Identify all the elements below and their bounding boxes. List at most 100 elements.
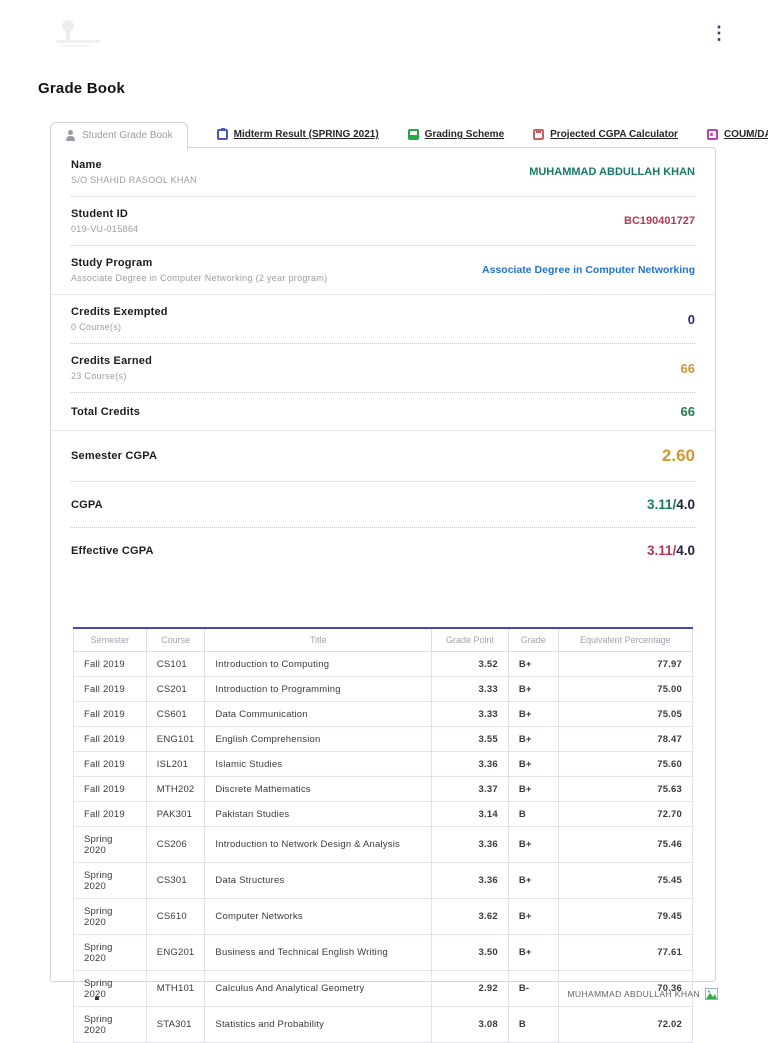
tab-bar: Student Grade Book Midterm Result (SPRING… [50, 122, 768, 151]
cell-percentage: 75.46 [557, 826, 694, 863]
cell-course: ISL201 [145, 751, 206, 777]
info-row-left: Credits Exempted 0 Course(s) [71, 306, 168, 332]
footer: MUHAMMAD ABDULLAH KHAN [50, 988, 718, 1000]
column-header: Title [204, 628, 433, 652]
cell-semester: Spring 2020 [73, 1006, 147, 1043]
column-header: Grade [507, 628, 559, 652]
cell-semester: Fall 2019 [73, 776, 147, 802]
page-title: Grade Book [38, 80, 126, 97]
info-row: Name S/O SHAHID RASOOL KHAN MUHAMMAD ABDUL… [71, 148, 695, 197]
table-row: Fall 2019 PAK301 Pakistan Studies 3.14 B 72.7… [73, 801, 694, 827]
info-row: Semester CGPA 2.60 [71, 431, 695, 482]
row-value-suffix: 4.0 [676, 497, 695, 512]
cell-course: PAK301 [145, 801, 206, 827]
cell-grade: B+ [507, 934, 559, 971]
tab-coum-dac[interactable]: COUM/DAC [706, 129, 768, 150]
table-row: Fall 2019 CS201 Introduction to Programmin… [73, 676, 694, 702]
row-sublabel: 23 Course(s) [71, 371, 127, 381]
cell-percentage: 79.45 [557, 898, 694, 935]
cell-grade_point: 3.62 [431, 898, 509, 935]
cell-title: Business and Technical English Writing [204, 934, 433, 971]
cell-semester: Fall 2019 [73, 676, 147, 702]
cell-grade_point: 3.36 [431, 751, 509, 777]
cell-grade_point: 3.08 [431, 1006, 509, 1043]
table-row: Spring 2020 STA301 Statistics and Probabil… [73, 1006, 694, 1043]
row-value-main: Associate Degree in Computer Networking [482, 264, 695, 276]
cell-course: CS601 [145, 701, 206, 727]
tab-label: Student Grade Book [82, 130, 173, 141]
cell-grade: B+ [507, 862, 559, 899]
column-header: Equivalent Percentage [557, 628, 694, 652]
profile-section: Name S/O SHAHID RASOOL KHAN MUHAMMAD ABDUL… [71, 148, 695, 294]
row-label: Credits Earned [71, 355, 153, 367]
cell-title: Introduction to Network Design & Analysi… [204, 826, 433, 863]
row-value: MUHAMMAD ABDULLAH KHAN [529, 166, 695, 178]
cell-course: ENG201 [145, 934, 206, 971]
row-value-suffix: 4.0 [676, 543, 695, 558]
cell-grade_point: 3.52 [431, 651, 509, 677]
cell-semester: Spring 2020 [73, 826, 147, 863]
table-row: Spring 2020 CS206 Introduction to Network … [73, 826, 694, 863]
cell-grade: B+ [507, 676, 559, 702]
cell-grade_point: 3.36 [431, 862, 509, 899]
cell-semester: Fall 2019 [73, 726, 147, 752]
cell-grade_point: 3.36 [431, 826, 509, 863]
tab-label: Projected CGPA Calculator [550, 129, 678, 140]
cell-course: CS610 [145, 898, 206, 935]
cell-title: Introduction to Programming [204, 676, 433, 702]
cell-percentage: 75.45 [557, 862, 694, 899]
cell-grade_point: 3.50 [431, 934, 509, 971]
row-value-main: MUHAMMAD ABDULLAH KHAN [529, 166, 695, 178]
footer-student-name: MUHAMMAD ABDULLAH KHAN [567, 989, 700, 999]
row-value-main: 0 [687, 311, 695, 327]
tab-student-grade-book[interactable]: Student Grade Book [50, 122, 188, 151]
tab-projected-cgpa-calculator[interactable]: Projected CGPA Calculator [533, 129, 678, 150]
cell-grade: B+ [507, 751, 559, 777]
info-row: Credits Earned 23 Course(s) 66 [71, 344, 695, 393]
row-value: 0 [688, 312, 695, 327]
cell-percentage: 72.70 [557, 801, 694, 827]
row-value-main: 66 [680, 404, 695, 419]
table-header-row: Semester Course Title Grade Point Grade Equiv… [73, 628, 694, 652]
credits-section: Credits Exempted 0 Course(s) 0 Credits Earn… [71, 295, 695, 430]
tab-label: Grading Scheme [424, 129, 505, 140]
cell-course: ENG101 [145, 726, 206, 752]
info-row: Credits Exempted 0 Course(s) 0 [71, 295, 695, 344]
tab-midterm-result-spring-2021[interactable]: Midterm Result (SPRING 2021) [216, 128, 379, 150]
cell-grade_point: 3.14 [431, 801, 509, 827]
cell-title: Introduction to Computing [204, 651, 433, 677]
card-icon [706, 129, 718, 140]
row-value: 2.60 [662, 446, 695, 466]
cell-semester: Fall 2019 [73, 651, 147, 677]
row-label: Credits Exempted [71, 306, 168, 318]
row-value: 66 [681, 404, 695, 419]
cell-title: Discrete Mathematics [204, 776, 433, 802]
row-label: Study Program [71, 257, 153, 269]
row-value-main: BC190401727 [624, 215, 695, 227]
info-row-left: Credits Earned 23 Course(s) [71, 355, 152, 381]
table-row: Fall 2019 CS101 Introduction to Computing 3… [73, 651, 694, 677]
cell-grade: B+ [507, 898, 559, 935]
tab-grading-scheme[interactable]: Grading Scheme [407, 129, 505, 150]
info-row-left: Semester CGPA [71, 450, 157, 462]
info-row: Student ID 019-VU-015864 BC190401727 [71, 197, 695, 246]
info-row-left: Name S/O SHAHID RASOOL KHAN [71, 159, 197, 185]
row-value-main: 3.11/ [646, 497, 677, 512]
cell-percentage: 75.00 [557, 676, 694, 702]
row-value: BC190401727 [624, 215, 695, 227]
cell-semester: Fall 2019 [73, 701, 147, 727]
cell-title: Statistics and Probability [204, 1006, 433, 1043]
cgpa-section: Semester CGPA 2.60 CGPA 3.11/4.0 Effective C… [71, 431, 695, 573]
cell-grade: B+ [507, 826, 559, 863]
cell-grade: B+ [507, 726, 559, 752]
row-label: Name [71, 159, 102, 171]
cell-semester: Fall 2019 [73, 801, 147, 827]
broken-image-icon [705, 988, 718, 1000]
row-value-main: 2.60 [661, 446, 695, 465]
cell-grade: B+ [507, 701, 559, 727]
cell-grade: B [507, 801, 559, 827]
cell-semester: Fall 2019 [73, 751, 147, 777]
kebab-menu-icon[interactable]: ⋮ [710, 24, 728, 42]
row-value: 3.11/4.0 [647, 497, 695, 512]
cell-semester: Spring 2020 [73, 898, 147, 935]
